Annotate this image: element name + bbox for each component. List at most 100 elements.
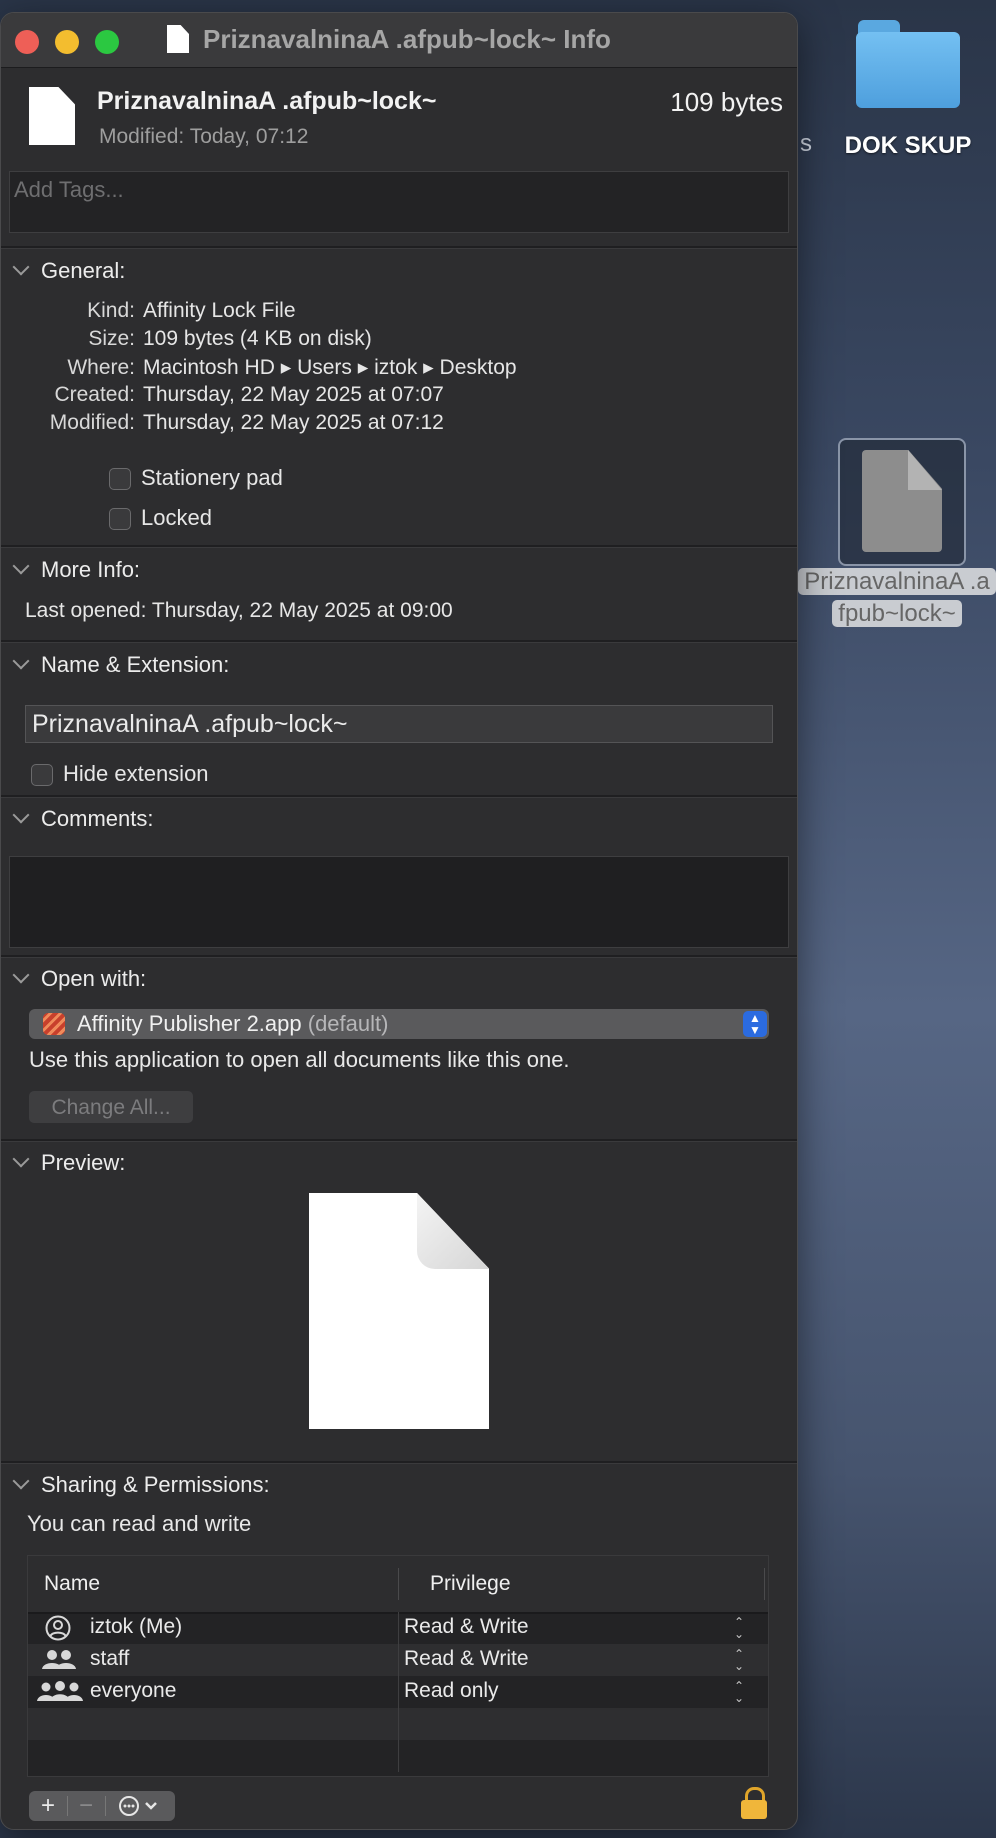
divider [1,955,797,958]
modified-row-value: Thursday, 22 May 2025 at 07:12 [143,411,444,434]
chevron-down-icon [12,806,30,824]
single-user-icon [45,1615,71,1641]
table-row[interactable]: staff Read & Write ⌃ ⌄ [28,1644,768,1676]
divider [1,1139,797,1142]
title-bar[interactable]: PriznavalninaA .afpub~lock~ Info [1,13,797,68]
chevron-down-icon [12,652,30,670]
table-row-empty [28,1708,768,1740]
section-general-toggle[interactable]: General: [12,258,126,284]
locked-option[interactable]: Locked [109,505,212,531]
name-field[interactable] [25,705,773,743]
section-general-heading: General: [41,258,126,283]
section-name-extension-toggle[interactable]: Name & Extension: [12,652,229,678]
where-label: Where: [67,356,135,379]
divider [1,545,797,548]
file-size: 109 bytes [670,87,783,117]
divider [1,1461,797,1464]
change-all-button[interactable]: Change All... [29,1091,193,1123]
permission-status: You can read and write [27,1511,252,1536]
created-label: Created: [54,383,135,406]
remove-user-button[interactable]: − [67,1791,105,1821]
document-icon [167,25,189,53]
size-value: 109 bytes (4 KB on disk) [143,327,372,350]
desktop-file-label-line2: fpub~lock~ [832,600,962,627]
table-row-empty [28,1740,768,1772]
created-row: Created: Thursday, 22 May 2025 at 07:07 [1,383,444,407]
window-title: PriznavalninaA .afpub~lock~ Info [203,24,611,54]
desktop-folder-icon[interactable] [856,20,960,110]
permissions-toolbar: + − [29,1791,175,1821]
section-sharing-heading: Sharing & Permissions: [41,1472,270,1497]
add-user-button[interactable]: + [29,1791,67,1821]
hide-extension-option[interactable]: Hide extension [31,761,209,787]
hide-extension-checkbox[interactable] [31,764,53,787]
section-comments-toggle[interactable]: Comments: [12,806,153,832]
tags-input[interactable] [10,172,788,232]
size-label: Size: [88,327,135,350]
last-opened-label: Last opened: [25,599,147,622]
open-with-select[interactable]: Affinity Publisher 2.app (default) ▲ ▼ [29,1009,769,1039]
user-name: staff [90,1647,130,1670]
kind-label: Kind: [87,299,135,322]
close-button[interactable] [15,30,39,54]
chevron-down-icon [12,557,30,575]
chevron-down-icon [12,1150,30,1168]
size-row: Size: 109 bytes (4 KB on disk) [1,327,372,351]
lock-icon[interactable] [741,1787,767,1819]
modified-row-label: Modified: [49,411,135,434]
privilege-value[interactable]: Read & Write [404,1615,529,1639]
table-header: Name Privilege [28,1556,768,1614]
created-value: Thursday, 22 May 2025 at 07:07 [143,383,444,406]
chevron-down-icon [12,966,30,984]
desktop-folder-label[interactable]: DOK SKUP [820,132,996,160]
modified-value: Today, 07:12 [189,125,309,148]
action-menu-button[interactable] [107,1791,173,1821]
desktop-file-label[interactable]: PriznavalninaA .a fpub~lock~ [798,566,996,630]
desktop-file-label-line1: PriznavalninaA .a [798,568,996,595]
zoom-button[interactable] [95,30,119,54]
locked-checkbox[interactable] [109,508,131,531]
privilege-stepper-icon[interactable]: ⌃ ⌄ [734,1680,744,1704]
comments-field[interactable] [9,856,789,948]
divider [1,246,797,249]
section-open-with-toggle[interactable]: Open with: [12,966,146,992]
kind-row: Kind: Affinity Lock File [1,299,296,323]
privilege-value[interactable]: Read only [404,1679,499,1703]
locked-label: Locked [141,505,212,530]
file-name: PriznavalninaA .afpub~lock~ [97,87,437,115]
privilege-value[interactable]: Read & Write [404,1647,529,1671]
ellipsis-circle-icon [119,1796,157,1816]
privilege-stepper-icon[interactable]: ⌃ ⌄ [734,1648,744,1672]
minimize-button[interactable] [55,30,79,54]
section-preview-heading: Preview: [41,1150,126,1175]
section-sharing-toggle[interactable]: Sharing & Permissions: [12,1472,270,1498]
info-window: PriznavalninaA .afpub~lock~ Info Priznav… [0,12,798,1830]
hide-extension-label: Hide extension [63,761,209,786]
table-row[interactable]: everyone Read only ⌃ ⌄ [28,1676,768,1708]
select-arrows-icon[interactable]: ▲ ▼ [743,1011,767,1037]
stationery-pad-label: Stationery pad [141,465,283,490]
comments-input[interactable] [10,857,788,947]
permissions-table: Name Privilege iztok (Me) Read & Write ⌃… [27,1555,769,1777]
tags-field[interactable] [9,171,789,233]
open-with-app: Affinity Publisher 2.app (default) [77,1011,388,1037]
section-preview-toggle[interactable]: Preview: [12,1150,126,1176]
section-more-info-toggle[interactable]: More Info: [12,557,141,583]
open-with-description: Use this application to open all documen… [29,1047,570,1072]
table-row[interactable]: iztok (Me) Read & Write ⌃ ⌄ [28,1612,768,1644]
where-value: Macintosh HD ▸ Users ▸ iztok ▸ Desktop [143,356,517,379]
stationery-pad-checkbox[interactable] [109,468,131,491]
affinity-publisher-icon [43,1013,65,1035]
column-header-name[interactable]: Name [44,1572,100,1596]
column-header-privilege[interactable]: Privilege [430,1572,511,1596]
section-more-info-heading: More Info: [41,557,141,582]
kind-value: Affinity Lock File [143,299,296,322]
name-input[interactable] [26,706,772,742]
modified-label: Modified: [99,125,185,148]
privilege-stepper-icon[interactable]: ⌃ ⌄ [734,1616,744,1640]
desktop-file-icon[interactable] [838,438,966,566]
everyone-icon [37,1681,83,1701]
where-row: Where: Macintosh HD ▸ Users ▸ iztok ▸ Des… [1,355,517,380]
last-opened-value: Thursday, 22 May 2025 at 09:00 [151,599,453,622]
stationery-pad-option[interactable]: Stationery pad [109,465,283,491]
